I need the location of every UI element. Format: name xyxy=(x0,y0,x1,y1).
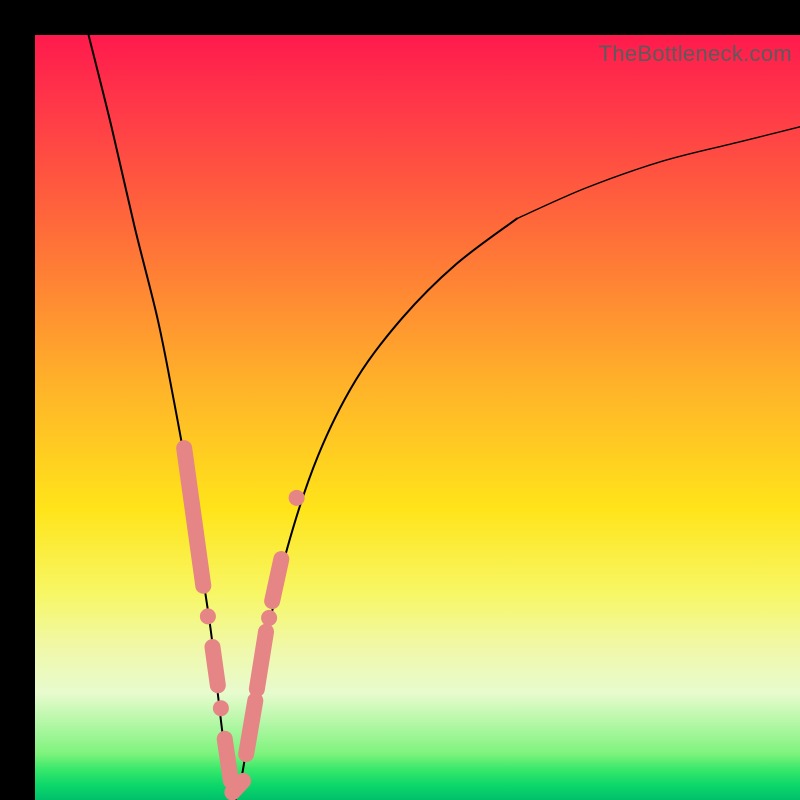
chart-marker-dot xyxy=(213,700,229,716)
chart-marker-pill xyxy=(184,448,203,586)
chart-marker-dot xyxy=(289,490,305,506)
chart-overlay xyxy=(35,35,800,800)
bottleneck-curve-left xyxy=(89,35,517,800)
chart-markers xyxy=(184,448,304,792)
chart-marker-pill xyxy=(212,647,217,685)
chart-marker-pill xyxy=(232,781,243,792)
chart-marker-dot xyxy=(200,608,216,624)
chart-frame: TheBottleneck.com xyxy=(0,0,800,800)
chart-marker-pill xyxy=(225,739,231,781)
plot-area: TheBottleneck.com xyxy=(35,35,800,800)
chart-marker-pill xyxy=(272,559,281,601)
chart-marker-pill xyxy=(257,632,266,689)
bottleneck-curve-right xyxy=(517,127,800,219)
chart-marker-pill xyxy=(246,701,255,755)
chart-marker-dot xyxy=(261,610,277,626)
